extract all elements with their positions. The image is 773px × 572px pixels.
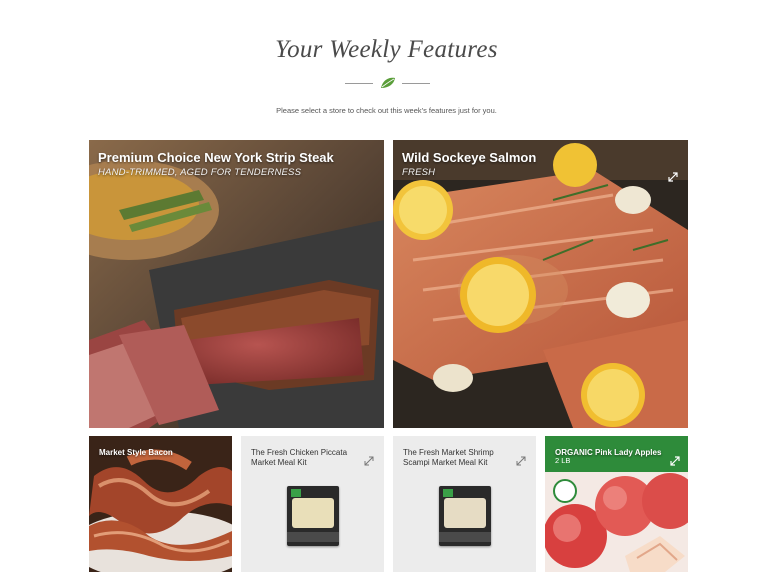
feature-tile-steak[interactable]: Premium Choice New York Strip Steak HAND…: [89, 140, 384, 428]
divider-line-left: [345, 83, 373, 84]
shrimp-scampi-title: The Fresh Market Shrimp Scampi Market Me…: [403, 448, 494, 467]
store-select-prompt: Please select a store to check out this …: [276, 106, 497, 115]
steak-image: [89, 140, 384, 428]
expand-icon[interactable]: [668, 172, 678, 182]
salmon-title: Wild Sockeye Salmon: [402, 150, 537, 165]
page-title: Your Weekly Features: [275, 36, 498, 63]
steak-title: Premium Choice New York Strip Steak: [98, 150, 334, 165]
feature-tile-chicken-piccata[interactable]: The Fresh Chicken Piccata Market Meal Ki…: [241, 436, 384, 572]
shrimp-meal-kit-image: [439, 486, 491, 546]
expand-icon[interactable]: [670, 456, 680, 466]
salmon-subtitle: FRESH: [402, 167, 436, 178]
steak-subtitle: HAND-TRIMMED, AGED FOR TENDERNESS: [98, 167, 302, 178]
title-divider: [345, 76, 430, 90]
product-window: [292, 498, 334, 528]
product-window: [444, 498, 486, 528]
feature-tile-apples[interactable]: ORGANIC Pink Lady Apples 2 LB: [545, 436, 688, 572]
chicken-meal-kit-image: [287, 486, 339, 546]
salmon-image: [393, 140, 688, 428]
product-strip: [439, 532, 491, 542]
feature-tile-bacon[interactable]: Market Style Bacon: [89, 436, 232, 572]
apples-subtitle: 2 LB: [555, 456, 571, 465]
expand-icon[interactable]: [364, 456, 374, 466]
apples-title: ORGANIC Pink Lady Apples: [555, 448, 662, 457]
leaf-icon: [380, 76, 396, 90]
bacon-title: Market Style Bacon: [99, 448, 173, 457]
chicken-piccata-title: The Fresh Chicken Piccata Market Meal Ki…: [251, 448, 348, 467]
brand-label: [291, 489, 301, 497]
feature-tile-shrimp-scampi[interactable]: The Fresh Market Shrimp Scampi Market Me…: [393, 436, 536, 572]
brand-label: [443, 489, 453, 497]
divider-line-right: [402, 83, 430, 84]
feature-tile-salmon[interactable]: Wild Sockeye Salmon FRESH: [393, 140, 688, 428]
product-strip: [287, 532, 339, 542]
weekly-features-page: Your Weekly Features Please select a sto…: [0, 0, 773, 572]
expand-icon[interactable]: [516, 456, 526, 466]
